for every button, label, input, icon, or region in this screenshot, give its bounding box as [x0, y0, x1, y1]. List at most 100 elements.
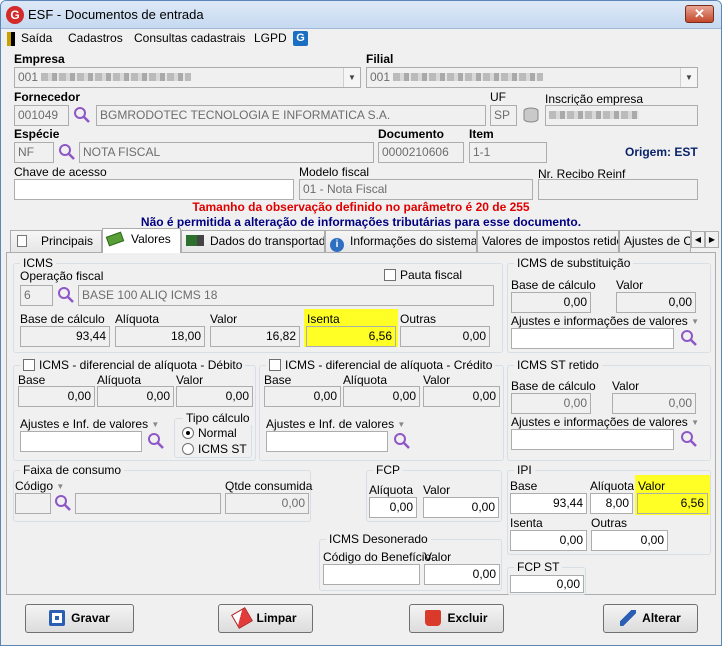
- chevron-down-icon: ▼: [343, 68, 360, 87]
- limpar-button[interactable]: Limpar: [218, 604, 313, 633]
- menu-cadastros[interactable]: Cadastros: [66, 30, 125, 46]
- icms-st-retido-base-field[interactable]: 0,00: [511, 393, 591, 414]
- menu-lgpd[interactable]: LGPD: [252, 30, 289, 46]
- item-label: Item: [469, 127, 494, 141]
- ipi-aliq-input[interactable]: 8,00: [590, 493, 633, 514]
- search-icon[interactable]: [393, 432, 411, 450]
- money-icon: [105, 231, 125, 247]
- difal-debito-ajustes-input[interactable]: [20, 431, 142, 452]
- window-title: ESF - Documentos de entrada: [28, 7, 204, 22]
- operacao-desc-field[interactable]: BASE 100 ALIQ ICMS 18: [78, 285, 494, 306]
- faixa-qtde-field[interactable]: 0,00: [225, 493, 309, 514]
- close-button[interactable]: ✕: [685, 5, 714, 23]
- tab-scroll-left[interactable]: ◀: [691, 231, 705, 248]
- inscricao-field[interactable]: [545, 105, 698, 126]
- difal-debito-title[interactable]: ICMS - diferencial de alíquota - Débito: [20, 358, 246, 372]
- radio-normal[interactable]: Normal: [182, 426, 237, 440]
- search-icon[interactable]: [147, 432, 165, 450]
- ipi-valor-input[interactable]: 6,56: [637, 493, 708, 514]
- menu-bar: Saída Cadastros Consultas cadastrais LGP…: [1, 29, 721, 49]
- difal-credito-base-field[interactable]: 0,00: [264, 386, 341, 407]
- icms-aliquota-field[interactable]: 18,00: [115, 326, 205, 347]
- redacted-text: [41, 73, 192, 81]
- gravar-button[interactable]: Gravar: [25, 604, 134, 633]
- icms-sub-ajustes-input[interactable]: [511, 328, 674, 349]
- faixa-desc-field[interactable]: [75, 493, 221, 514]
- difal-debito-base-field[interactable]: 0,00: [18, 386, 95, 407]
- difal-credito-title[interactable]: ICMS - diferencial de alíquota - Crédito: [266, 358, 496, 372]
- filial-select[interactable]: 001 ▼: [366, 67, 698, 88]
- radio-icms-st[interactable]: ICMS ST: [182, 442, 247, 456]
- search-icon[interactable]: [57, 286, 75, 304]
- icms-sub-base-field[interactable]: 0,00: [511, 292, 591, 313]
- menu-consultas-cadastrais[interactable]: Consultas cadastrais: [132, 30, 247, 46]
- ipi-base-input[interactable]: 93,44: [510, 493, 587, 514]
- uf-field[interactable]: SP: [490, 105, 517, 126]
- icms-st-retido-ajustes-input[interactable]: [511, 429, 674, 450]
- fcp-aliq-input[interactable]: 0,00: [369, 497, 417, 518]
- database-icon[interactable]: [522, 107, 540, 123]
- difal-credito-base-label: Base: [264, 373, 292, 387]
- especie-name-field[interactable]: NOTA FISCAL: [79, 142, 374, 163]
- faixa-codigo-field[interactable]: [15, 493, 51, 514]
- faixa-qtde-label: Qtde consumida: [225, 479, 313, 493]
- tab-valores-impostos-retidos[interactable]: Valores de impostos retidos: [477, 230, 619, 252]
- icms-isenta-field[interactable]: 6,56: [306, 326, 396, 347]
- tab-dados-transportador[interactable]: Dados do transportador: [181, 230, 325, 252]
- icms-valor-field[interactable]: 16,82: [210, 326, 300, 347]
- difal-debito-ajustes-label: Ajustes e Inf. de valores ▼: [20, 417, 160, 431]
- excluir-button[interactable]: Excluir: [409, 604, 504, 633]
- modelo-field[interactable]: 01 - Nota Fiscal: [299, 179, 533, 200]
- faixa-consumo-title: Faixa de consumo: [20, 463, 125, 477]
- menu-saida[interactable]: Saída: [19, 30, 54, 46]
- tab-valores[interactable]: Valores: [102, 228, 181, 253]
- difal-credito-aliq-label: Alíquota: [343, 373, 388, 387]
- icms-st-retido-valor-field[interactable]: 0,00: [612, 393, 696, 414]
- tab-ajustes[interactable]: Ajustes de C: [619, 230, 691, 252]
- fcp-valor-input[interactable]: 0,00: [423, 497, 499, 518]
- item-field[interactable]: 1-1: [469, 142, 547, 163]
- difal-credito-aliq-field[interactable]: 0,00: [343, 386, 420, 407]
- filial-label: Filial: [366, 52, 394, 66]
- search-icon[interactable]: [680, 430, 698, 448]
- ipi-outras-input[interactable]: 0,00: [591, 530, 668, 551]
- pauta-checkbox[interactable]: Pauta fiscal: [384, 268, 462, 282]
- difal-debito-aliq-field[interactable]: 0,00: [97, 386, 174, 407]
- icms-outras-field[interactable]: 0,00: [400, 326, 490, 347]
- inscricao-label: Inscrição empresa: [545, 92, 644, 106]
- icms-base-field[interactable]: 93,44: [20, 326, 110, 347]
- ipi-isenta-input[interactable]: 0,00: [510, 530, 587, 551]
- documento-field[interactable]: 0000210606: [378, 142, 464, 163]
- icms-sub-valor-field[interactable]: 0,00: [616, 292, 696, 313]
- empresa-select[interactable]: 001 ▼: [14, 67, 361, 88]
- difal-credito-ajustes-label: Ajustes e Inf. de valores ▼: [266, 417, 406, 431]
- alterar-button[interactable]: Alterar: [603, 604, 698, 633]
- difal-credito-valor-field[interactable]: 0,00: [423, 386, 500, 407]
- desonerado-valor-input[interactable]: 0,00: [424, 564, 500, 585]
- document-icon: [17, 235, 27, 247]
- difal-debito-valor-field[interactable]: 0,00: [176, 386, 253, 407]
- radio-unselected-icon: [182, 443, 194, 455]
- search-icon[interactable]: [58, 143, 76, 161]
- difal-credito-ajustes-input[interactable]: [266, 431, 388, 452]
- tab-informacoes-sistema[interactable]: i Informações do sistema: [325, 230, 477, 252]
- ipi-aliq-label: Alíquota: [590, 479, 635, 493]
- tab-scroll-right[interactable]: ▶: [705, 231, 719, 248]
- fornecedor-code-field[interactable]: 001049: [14, 105, 69, 126]
- desonerado-valor-label: Valor: [424, 550, 452, 564]
- pin-icon: ▼: [397, 420, 406, 429]
- tab-principais[interactable]: Principais: [10, 230, 102, 252]
- search-icon[interactable]: [680, 329, 698, 347]
- help-g-icon[interactable]: G: [293, 31, 308, 46]
- especie-code-field[interactable]: NF: [14, 142, 54, 163]
- chave-input[interactable]: [14, 179, 294, 200]
- fcp-st-input[interactable]: 0,00: [510, 575, 584, 593]
- title-bar[interactable]: G ESF - Documentos de entrada ✕: [1, 1, 721, 29]
- icms-st-retido-ajustes-label: Ajustes e informações de valores ▼: [511, 415, 700, 429]
- search-icon[interactable]: [73, 106, 91, 124]
- desonerado-codigo-input[interactable]: [323, 564, 420, 585]
- operacao-code-field[interactable]: 6: [20, 285, 53, 306]
- search-icon[interactable]: [54, 494, 72, 512]
- recibo-field[interactable]: [538, 179, 698, 200]
- fornecedor-name-field[interactable]: BGMRODOTEC TECNOLOGIA E INFORMATICA S.A.: [96, 105, 486, 126]
